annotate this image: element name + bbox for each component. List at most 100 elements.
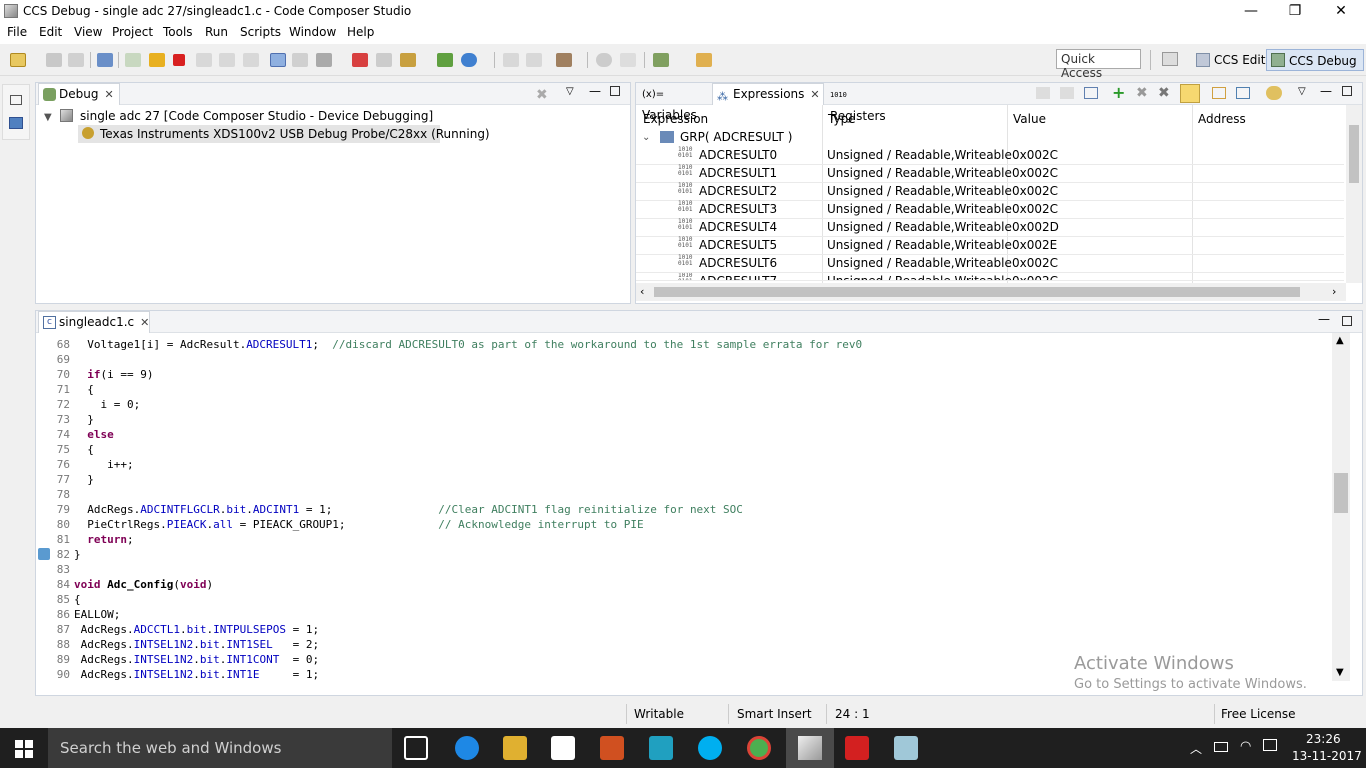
save-icon[interactable] bbox=[46, 53, 62, 67]
simulink-icon[interactable] bbox=[649, 736, 673, 760]
debug-config-icon[interactable] bbox=[653, 53, 669, 67]
breakpoint-icon[interactable] bbox=[352, 53, 368, 67]
close-tab-icon[interactable]: ✕ bbox=[104, 88, 113, 101]
task-view-icon[interactable] bbox=[404, 736, 428, 760]
perspective-ccs-edit[interactable]: CCS Edit bbox=[1192, 49, 1271, 71]
collapse-arrow-icon[interactable]: ▼ bbox=[44, 112, 52, 123]
close-tab-icon[interactable]: ✕ bbox=[140, 316, 149, 329]
status-license[interactable]: Free License bbox=[1221, 707, 1296, 721]
store-icon[interactable] bbox=[551, 736, 575, 760]
acrobat-icon[interactable] bbox=[845, 736, 869, 760]
minimize-view-icon[interactable]: — bbox=[1318, 312, 1330, 326]
maximize-view-icon[interactable] bbox=[610, 86, 620, 96]
search-icon[interactable] bbox=[596, 53, 612, 67]
notebook-icon[interactable] bbox=[894, 736, 918, 760]
step-over-asm-icon[interactable] bbox=[526, 53, 542, 67]
menu-window[interactable]: Window bbox=[289, 25, 336, 39]
close-tab-icon[interactable]: ✕ bbox=[810, 88, 819, 101]
table-row[interactable]: 1010 0101 ADCRESULT5 Unsigned / Readable,… bbox=[636, 237, 1344, 255]
remove-expression-icon[interactable]: ✖ bbox=[1136, 85, 1148, 101]
register-value[interactable]: 0x002C bbox=[1012, 183, 1058, 200]
column-header-address[interactable]: Address bbox=[1198, 108, 1246, 130]
maximize-view-icon[interactable] bbox=[1342, 86, 1352, 96]
scrollbar-thumb[interactable] bbox=[654, 287, 1300, 297]
table-row[interactable]: 1010 0101 ADCRESULT1 Unsigned / Readable,… bbox=[636, 165, 1344, 183]
new-icon[interactable] bbox=[10, 53, 26, 67]
register-value[interactable]: 0x002C bbox=[1012, 255, 1058, 272]
external-tools-icon[interactable] bbox=[461, 53, 477, 67]
collapse-all-icon[interactable] bbox=[1060, 87, 1074, 99]
windows-start-icon[interactable] bbox=[15, 740, 33, 758]
menu-run[interactable]: Run bbox=[205, 25, 228, 39]
remove-breakpoints-icon[interactable] bbox=[376, 53, 392, 67]
menu-view[interactable]: View bbox=[74, 25, 102, 39]
column-header-value[interactable]: Value bbox=[1013, 108, 1046, 130]
collapse-arrow-icon[interactable]: ⌄ bbox=[642, 129, 650, 146]
open-perspective-icon[interactable] bbox=[1162, 52, 1178, 66]
group-row[interactable]: ⌄ GRP( ADCRESULT ) bbox=[636, 129, 1344, 147]
table-row[interactable]: 10100101 ADCRESULT7 Unsigned / Readable,… bbox=[636, 273, 1344, 281]
menu-project[interactable]: Project bbox=[112, 25, 153, 39]
file-explorer-icon[interactable] bbox=[503, 736, 527, 760]
menu-tools[interactable]: Tools bbox=[163, 25, 193, 39]
ccs-taskbar-item[interactable] bbox=[786, 728, 834, 768]
import-icon[interactable] bbox=[1212, 87, 1226, 99]
register-value[interactable]: 0x002C bbox=[1012, 201, 1058, 218]
program-counter-arrow-icon[interactable] bbox=[38, 548, 50, 560]
battery-icon[interactable] bbox=[1214, 742, 1228, 752]
table-row[interactable]: 1010 0101 ADCRESULT3 Unsigned / Readable,… bbox=[636, 201, 1344, 219]
layout-icon[interactable] bbox=[1084, 87, 1098, 99]
register-value[interactable]: 0x002D bbox=[1012, 219, 1059, 236]
notifications-icon[interactable] bbox=[1263, 739, 1277, 751]
tree-item-probe[interactable]: Texas Instruments XDS100v2 USB Debug Pro… bbox=[78, 125, 490, 143]
table-row[interactable]: 1010 0101 ADCRESULT0 Unsigned / Readable,… bbox=[636, 147, 1344, 165]
perspective-ccs-debug[interactable]: CCS Debug bbox=[1266, 49, 1364, 71]
skype-icon[interactable] bbox=[698, 736, 722, 760]
refresh-icon[interactable] bbox=[1266, 86, 1282, 100]
step-into-asm-icon[interactable] bbox=[503, 53, 519, 67]
scroll-down-icon[interactable]: ▼ bbox=[1336, 667, 1344, 678]
vertical-scrollbar[interactable] bbox=[1346, 105, 1362, 283]
matlab-icon[interactable] bbox=[600, 736, 624, 760]
resume-icon[interactable] bbox=[125, 53, 141, 67]
register-value[interactable]: 0x002C bbox=[1012, 273, 1058, 280]
menu-scripts[interactable]: Scripts bbox=[240, 25, 281, 39]
tab-singleadc1[interactable]: c singleadc1.c ✕ bbox=[38, 311, 150, 333]
remove-all-terminated-icon[interactable]: ✖ bbox=[536, 87, 548, 103]
open-type-icon[interactable] bbox=[620, 53, 636, 67]
register-value[interactable]: 0x002C bbox=[1012, 165, 1058, 182]
remove-all-expressions-icon[interactable]: ✖ bbox=[1158, 85, 1170, 101]
column-header-type[interactable]: Type bbox=[828, 108, 856, 130]
step-into-icon[interactable] bbox=[196, 53, 212, 67]
run-icon[interactable] bbox=[437, 53, 453, 67]
export-icon[interactable] bbox=[1236, 87, 1250, 99]
scrollbar-thumb[interactable] bbox=[1349, 125, 1359, 183]
terminate-icon[interactable] bbox=[173, 54, 185, 66]
clock-date[interactable]: 13-11-2017 bbox=[1292, 749, 1362, 763]
show-hidden-icons-icon[interactable]: ︿ bbox=[1190, 740, 1202, 757]
suspend-icon[interactable] bbox=[149, 53, 165, 67]
menu-help[interactable]: Help bbox=[347, 25, 374, 39]
table-row[interactable]: 1010 0101 ADCRESULT6 Unsigned / Readable,… bbox=[636, 255, 1344, 273]
save-all-icon[interactable] bbox=[68, 53, 84, 67]
register-value[interactable]: 0x002E bbox=[1012, 237, 1057, 254]
chrome-icon[interactable] bbox=[747, 736, 771, 760]
connect-icon[interactable] bbox=[292, 53, 308, 67]
step-return-icon[interactable] bbox=[243, 53, 259, 67]
code-area[interactable]: 68 Voltage1[i] = AdcResult.ADCRESULT1; /… bbox=[36, 333, 1332, 683]
vertical-scrollbar[interactable]: ▲ ▼ bbox=[1332, 333, 1350, 681]
minimize-view-icon[interactable]: — bbox=[589, 84, 601, 98]
continuous-refresh-icon[interactable] bbox=[1180, 84, 1200, 103]
register-value[interactable]: 0x002C bbox=[1012, 147, 1058, 164]
column-header-expression[interactable]: Expression bbox=[643, 108, 708, 130]
load-program-icon[interactable] bbox=[400, 53, 416, 67]
table-row[interactable]: 1010 0101 ADCRESULT2 Unsigned / Readable,… bbox=[636, 183, 1344, 201]
build-icon[interactable] bbox=[556, 53, 572, 67]
horizontal-scrollbar[interactable]: ‹ › bbox=[636, 283, 1346, 301]
close-button[interactable]: ✕ bbox=[1318, 0, 1364, 22]
tab-variables[interactable]: (x)= Variables bbox=[638, 83, 712, 122]
maximize-view-icon[interactable] bbox=[1342, 316, 1352, 326]
menu-edit[interactable]: Edit bbox=[39, 25, 62, 39]
instruction-stepping-icon[interactable] bbox=[270, 53, 286, 67]
view-menu-icon[interactable]: ▽ bbox=[566, 86, 574, 97]
